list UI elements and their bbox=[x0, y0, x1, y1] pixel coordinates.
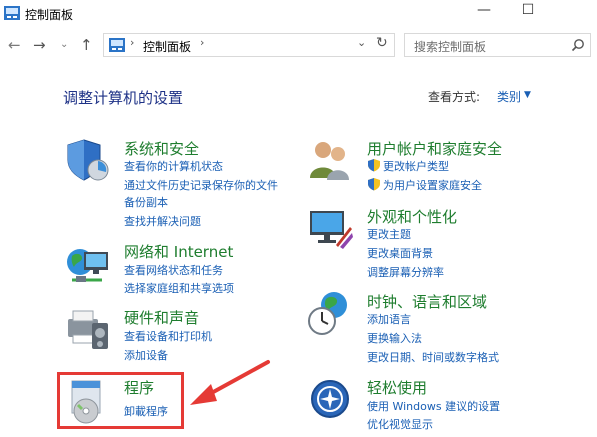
link-devices-printers[interactable]: 查看设备和打印机 bbox=[124, 328, 212, 344]
link-add-device[interactable]: 添加设备 bbox=[124, 347, 168, 363]
link-screen-resolution[interactable]: 调整屏幕分辨率 bbox=[367, 264, 444, 280]
link-date-time-format[interactable]: 更改日期、时间或数字格式 bbox=[367, 349, 499, 365]
address-bar[interactable]: › 控制面板 › ⌄ ↻ bbox=[103, 33, 395, 57]
link-backup[interactable]: 备份副本 bbox=[124, 194, 168, 210]
category-user-accounts[interactable]: 用户帐户和家庭安全 bbox=[367, 138, 502, 159]
chevron-down-icon[interactable]: ⌄ bbox=[357, 36, 366, 49]
search-icon[interactable] bbox=[571, 38, 585, 52]
uac-shield-icon bbox=[368, 178, 380, 191]
category-network-internet[interactable]: 网络和 Internet bbox=[124, 241, 233, 262]
minimize-button[interactable]: — bbox=[462, 0, 506, 22]
link-optimize-display[interactable]: 优化视觉显示 bbox=[367, 416, 433, 432]
category-ease-of-access[interactable]: 轻松使用 bbox=[367, 377, 427, 398]
link-view-computer-status[interactable]: 查看你的计算机状态 bbox=[124, 158, 223, 174]
category-appearance[interactable]: 外观和个性化 bbox=[367, 206, 457, 227]
search-placeholder: 搜索控制面板 bbox=[414, 40, 487, 54]
category-clock-language[interactable]: 时钟、语言和区域 bbox=[367, 291, 487, 312]
link-file-history[interactable]: 通过文件历史记录保存你的文件 bbox=[124, 177, 278, 193]
link-troubleshoot[interactable]: 查找并解决问题 bbox=[124, 213, 201, 229]
link-recommended-settings[interactable]: 使用 Windows 建议的设置 bbox=[367, 398, 500, 414]
link-homegroup[interactable]: 选择家庭组和共享选项 bbox=[124, 280, 234, 296]
programs-highlight-box bbox=[57, 372, 184, 429]
link-family-safety[interactable]: 为用户设置家庭安全 bbox=[383, 177, 482, 193]
chevron-right-icon[interactable]: › bbox=[130, 36, 134, 49]
up-arrow-icon[interactable]: ↑ bbox=[80, 37, 93, 53]
link-change-input[interactable]: 更换输入法 bbox=[367, 330, 422, 346]
uac-shield-icon bbox=[368, 159, 380, 172]
network-globe-icon[interactable] bbox=[64, 240, 112, 288]
ease-of-access-icon[interactable] bbox=[306, 377, 354, 425]
forward-arrow-icon[interactable]: → bbox=[33, 37, 46, 53]
link-change-account-type[interactable]: 更改帐户类型 bbox=[383, 158, 449, 174]
window-title: 控制面板 bbox=[25, 8, 74, 22]
title-bar: 控制面板 — ☐ bbox=[0, 0, 597, 28]
view-by-dropdown[interactable]: 类别 bbox=[497, 88, 521, 105]
control-panel-icon bbox=[109, 38, 125, 52]
appearance-monitor-icon[interactable] bbox=[306, 205, 354, 253]
search-input[interactable]: 搜索控制面板 bbox=[404, 33, 591, 57]
recent-dropdown-icon[interactable]: ⌄ bbox=[60, 37, 68, 53]
link-add-language[interactable]: 添加语言 bbox=[367, 311, 411, 327]
view-by-label: 查看方式: bbox=[428, 90, 481, 104]
users-icon[interactable] bbox=[306, 136, 354, 184]
refresh-icon[interactable]: ↻ bbox=[376, 35, 388, 51]
chevron-right-icon[interactable]: › bbox=[200, 36, 204, 49]
maximize-button[interactable]: ☐ bbox=[506, 0, 550, 22]
link-change-background[interactable]: 更改桌面背景 bbox=[367, 245, 433, 261]
security-shield-icon[interactable] bbox=[64, 136, 112, 184]
link-change-theme[interactable]: 更改主题 bbox=[367, 226, 411, 242]
breadcrumb[interactable]: 控制面板 bbox=[143, 38, 191, 55]
clock-globe-icon[interactable] bbox=[306, 289, 354, 337]
link-network-status[interactable]: 查看网络状态和任务 bbox=[124, 262, 223, 278]
control-panel-icon bbox=[4, 6, 20, 20]
category-system-security[interactable]: 系统和安全 bbox=[124, 138, 199, 159]
printer-speaker-icon[interactable] bbox=[64, 305, 112, 353]
back-arrow-icon[interactable]: ← bbox=[8, 37, 21, 53]
page-title: 调整计算机的设置 bbox=[63, 89, 184, 107]
triangle-down-icon[interactable]: ▼ bbox=[524, 88, 531, 102]
category-hardware-sound[interactable]: 硬件和声音 bbox=[124, 307, 199, 328]
